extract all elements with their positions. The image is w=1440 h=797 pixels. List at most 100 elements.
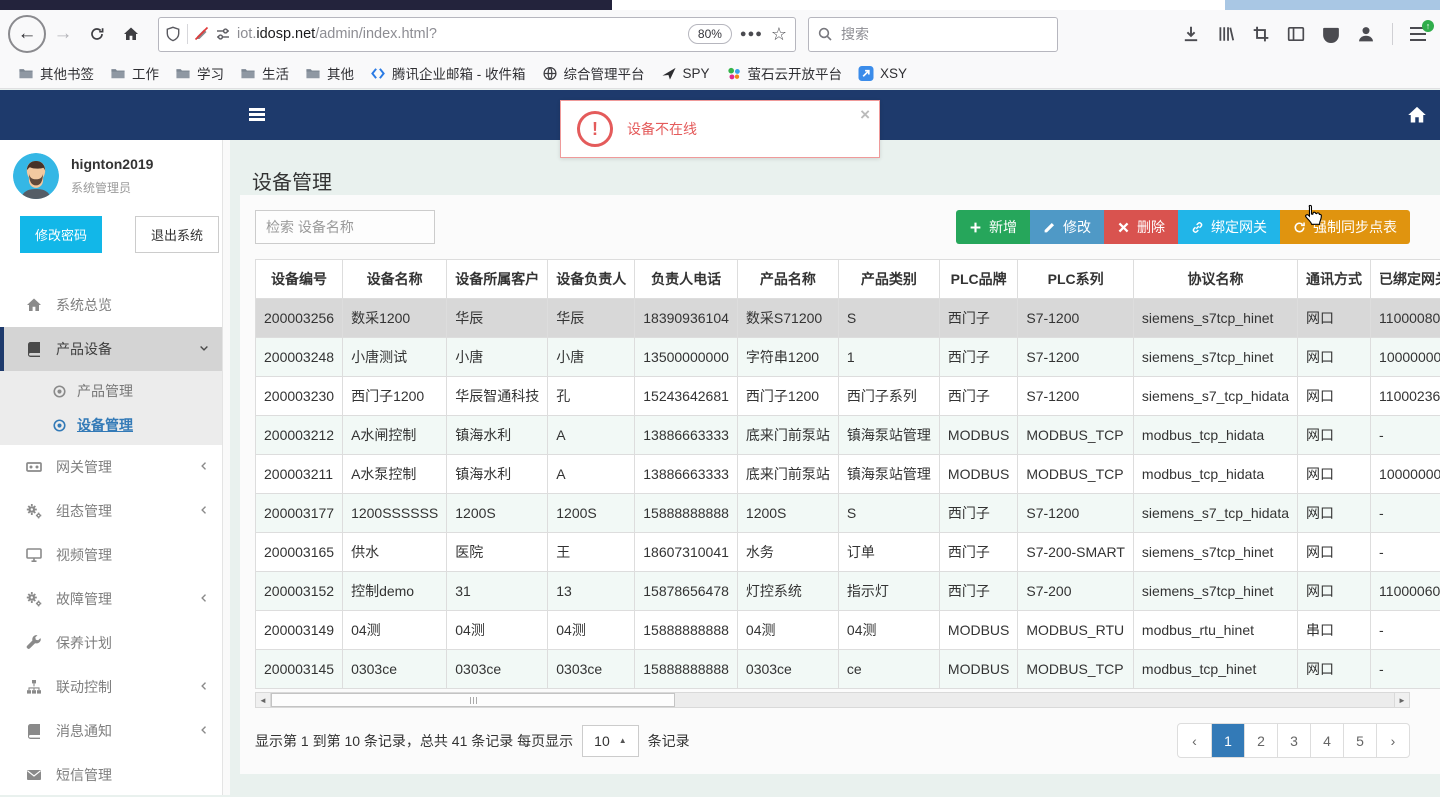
table-cell: S7-1200 [1018, 299, 1134, 338]
column-header[interactable]: 负责人电话 [635, 260, 738, 299]
column-header[interactable]: PLC品牌 [939, 260, 1017, 299]
bookmark-item[interactable]: 工作 [102, 60, 167, 86]
account-icon[interactable] [1357, 25, 1375, 43]
column-header[interactable]: 通讯方式 [1298, 260, 1371, 299]
permissions-icon[interactable] [215, 26, 231, 42]
table-row[interactable]: 200003152控制demo311315878656478灯控系统指示灯西门子… [256, 572, 1440, 611]
bookmark-item[interactable]: 生活 [232, 60, 297, 86]
pager-page-1[interactable]: 1 [1211, 724, 1244, 757]
bookmark-item[interactable]: SPY [653, 63, 718, 84]
extension-disabled-icon[interactable] [194, 26, 210, 42]
zoom-indicator[interactable]: 80% [688, 24, 732, 44]
pager-prev[interactable]: ‹ [1178, 724, 1211, 757]
forward-button[interactable]: → [46, 17, 80, 51]
sidebar-item-message[interactable]: 消息通知 [0, 709, 230, 753]
bookmark-item[interactable]: 综合管理平台 [534, 60, 653, 86]
sidebar-item-fault[interactable]: 故障管理 [0, 577, 230, 621]
bookmark-star-icon[interactable]: ☆ [771, 24, 787, 45]
table-row[interactable]: 200003165供水医院王18607310041水务订单西门子S7-200-S… [256, 533, 1440, 572]
browser-search[interactable] [808, 17, 1058, 52]
sidebar-item-product-manage[interactable]: 产品管理 [0, 374, 230, 408]
bookmark-item[interactable]: 萤石云开放平台 [718, 60, 851, 86]
url-bar[interactable]: iot.idosp.net/admin/index.html? 80% ●●● … [158, 17, 796, 52]
logout-button[interactable]: 退出系统 [135, 216, 219, 253]
table-cell: 200003177 [256, 494, 343, 533]
bookmark-item[interactable]: 学习 [167, 60, 232, 86]
add-button[interactable]: 新增 [956, 210, 1030, 244]
pager-page-3[interactable]: 3 [1277, 724, 1310, 757]
sidebar-item-video[interactable]: 视频管理 [0, 533, 230, 577]
table-cell: 11000060 [1371, 572, 1440, 611]
change-password-button[interactable]: 修改密码 [20, 216, 102, 253]
bookmark-label: 萤石云开放平台 [748, 63, 843, 83]
table-row[interactable]: 200003211A水泵控制镇海水利A13886663333底来门前泵站镇海泵站… [256, 455, 1440, 494]
table-row[interactable]: 200003212A水闸控制镇海水利A13886663333底来门前泵站镇海泵站… [256, 416, 1440, 455]
edit-button[interactable]: 修改 [1030, 210, 1104, 244]
home-button[interactable] [114, 17, 148, 51]
nav-home-icon[interactable] [1407, 105, 1427, 125]
table-row[interactable]: 20000314904测04测04测1588888888804测04测MODBU… [256, 611, 1440, 650]
sidebar-item-overview[interactable]: 系统总览 [0, 283, 230, 327]
device-search-input[interactable] [255, 210, 435, 244]
sidebars-icon[interactable] [1287, 25, 1305, 43]
table-row[interactable]: 200003256数采1200华辰华辰18390936104数采S71200S西… [256, 299, 1440, 338]
pager-page-4[interactable]: 4 [1310, 724, 1343, 757]
pager-page-2[interactable]: 2 [1244, 724, 1277, 757]
sidebar-item-maintenance[interactable]: 保养计划 [0, 621, 230, 665]
table-cell: S7-200-SMART [1018, 533, 1134, 572]
sidebar-item-product-device[interactable]: 产品设备 [0, 327, 230, 371]
column-header[interactable]: 已绑定网关 [1371, 260, 1440, 299]
home-icon [123, 26, 139, 42]
horizontal-scrollbar[interactable]: ◄ ► [255, 692, 1410, 708]
scrollbar-thumb[interactable] [271, 693, 675, 707]
screenshot-icon[interactable] [1252, 25, 1270, 43]
table-cell: 15888888888 [635, 650, 738, 689]
column-header[interactable]: 设备负责人 [548, 260, 635, 299]
pocket-icon[interactable] [1322, 25, 1340, 43]
sidebar-item-gateway[interactable]: 网关管理 [0, 445, 230, 489]
scroll-left-button[interactable]: ◄ [255, 692, 271, 708]
back-button[interactable]: ← [8, 15, 46, 53]
column-header[interactable]: 产品类别 [838, 260, 939, 299]
library-icon[interactable] [1217, 25, 1235, 43]
table-row[interactable]: 2000031450303ce0303ce0303ce1588888888803… [256, 650, 1440, 689]
reload-button[interactable] [80, 17, 114, 51]
pager-next[interactable]: › [1376, 724, 1409, 757]
bookmark-item[interactable]: 其他 [297, 60, 362, 86]
sidebar-scrollbar[interactable] [222, 140, 230, 795]
sidebar-item-config[interactable]: 组态管理 [0, 489, 230, 533]
table-cell: 15243642681 [635, 377, 738, 416]
pager-page-5[interactable]: 5 [1343, 724, 1376, 757]
column-header[interactable]: 设备编号 [256, 260, 343, 299]
column-header[interactable]: 产品名称 [737, 260, 838, 299]
download-icon[interactable] [1182, 25, 1200, 43]
bookmark-item[interactable]: 其他书签 [10, 60, 102, 86]
sidebar-item-device-manage[interactable]: 设备管理 [0, 408, 230, 442]
column-header[interactable]: 设备名称 [343, 260, 447, 299]
table-cell: 西门子1200 [343, 377, 447, 416]
scroll-right-button[interactable]: ► [1394, 692, 1410, 708]
table-row[interactable]: 200003230西门子1200华辰智通科技孔15243642681西门子120… [256, 377, 1440, 416]
bookmark-item[interactable]: XSY [850, 63, 915, 84]
bind-gateway-button[interactable]: 绑定网关 [1178, 210, 1280, 244]
sidebar-item-sms[interactable]: 短信管理 [0, 753, 230, 797]
delete-button[interactable]: 删除 [1104, 210, 1178, 244]
pager: ‹12345› [1177, 723, 1410, 758]
tencent-mail-icon [370, 66, 386, 81]
sidebar-item-linkage[interactable]: 联动控制 [0, 665, 230, 709]
column-header[interactable]: 设备所属客户 [447, 260, 548, 299]
page-size-select[interactable]: 10 ▲ [582, 725, 639, 757]
bookmark-item[interactable]: 腾讯企业邮箱 - 收件箱 [362, 60, 534, 86]
menu-icon[interactable]: ↑ [1410, 27, 1428, 41]
column-header[interactable]: PLC系列 [1018, 260, 1134, 299]
page-actions-icon[interactable]: ●●● [740, 28, 763, 40]
browser-search-input[interactable] [839, 25, 1049, 43]
sidebar-toggle-icon[interactable] [249, 108, 265, 121]
table-row[interactable]: 200003248小唐测试小唐小唐13500000000字符串12001西门子S… [256, 338, 1440, 377]
table-cell: modbus_tcp_hidata [1133, 416, 1297, 455]
menu-item-label: 视频管理 [56, 545, 112, 565]
scrollbar-track[interactable] [271, 692, 1394, 708]
table-row[interactable]: 2000031771200SSSSSS1200S1200S15888888888… [256, 494, 1440, 533]
column-header[interactable]: 协议名称 [1133, 260, 1297, 299]
alert-close-icon[interactable]: × [860, 105, 870, 125]
